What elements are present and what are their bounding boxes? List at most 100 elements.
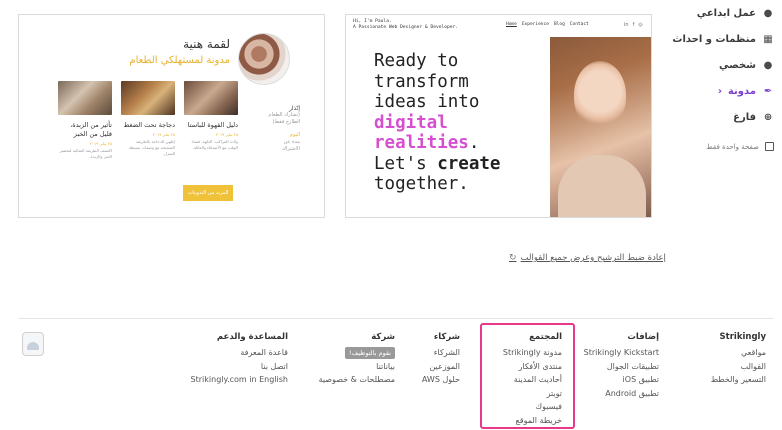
template-card-paula[interactable]: Hi, I'm Paula. A Passionate Web Designer… xyxy=(345,14,652,218)
linkedin-icon: in xyxy=(624,22,629,28)
post-excerpt: اكتشف الطريقة المثالية لتحضير الخبز والز… xyxy=(59,148,112,159)
refresh-icon: ↻ xyxy=(509,253,517,263)
blog-side-link: اليوم xyxy=(289,132,300,138)
community-highlight-box xyxy=(480,323,575,429)
footer-link-ios-app[interactable]: تطبيق iOS xyxy=(584,373,659,387)
blog-post: تأثير من الزبدة، قليل من الخبز ٢٥ يناير … xyxy=(58,81,112,160)
category-label: عمل ابداعي xyxy=(696,7,756,19)
category-label: فارغ xyxy=(733,111,756,123)
footer-link-templates[interactable]: القوالب xyxy=(711,360,766,374)
footer-heading: شركاء xyxy=(433,332,460,342)
blog-sidebar: إنّذار (تشارك الطعام الطازج فقط) اليوم م… xyxy=(260,105,301,153)
one-page-label: صفحة واحدة فقط xyxy=(706,142,759,151)
category-creative[interactable]: ● عمل ابداعي xyxy=(656,0,774,26)
headline-highlight: realities xyxy=(374,133,469,153)
footer-column-company: شركة نقوم بالتوظيف! بياناتنا مصطلحات & خ… xyxy=(319,332,395,387)
category-label: منظمات و احداث xyxy=(672,33,756,45)
post-excerpt: ولادة المراكب. النكهة. قضاء الوقت مع الأ… xyxy=(191,139,238,150)
quill-icon: ✒ xyxy=(763,85,773,97)
headline-line: ideas into xyxy=(374,92,480,112)
footer-link-about[interactable]: بياناتنا xyxy=(319,360,395,374)
category-label: مدونة xyxy=(727,85,756,97)
paula-headline: Ready to transform ideas into digital re… xyxy=(374,51,500,195)
paula-nav-experience: Experience xyxy=(521,22,549,27)
footer-column-help: المساعدة والدعم قاعدة المعرفة اتصل بنا S… xyxy=(191,332,288,387)
category-blog[interactable]: ✒ مدونة ‹ xyxy=(656,78,774,104)
headline-text: Let's xyxy=(374,153,438,174)
hiring-badge[interactable]: نقوم بالتوظيف! xyxy=(344,347,395,359)
template-card-blog[interactable]: لقمة هنية مدونة لمستهلكي الطعام إنّذار (… xyxy=(18,14,325,218)
headline-highlight: digital xyxy=(374,112,448,133)
headline-line: Let's create xyxy=(374,154,500,175)
post-title: تأثير من الزبدة، قليل من الخبز xyxy=(70,121,112,138)
blog-side-text: الطازج فقط) xyxy=(272,119,300,125)
paula-nav-contact: Contact xyxy=(569,22,589,27)
footer-heading: المساعدة والدعم xyxy=(216,332,288,342)
footer-column-strikingly: Strikingly مواقعي القوالب التسعير والخطط xyxy=(711,332,766,387)
footer-link-resellers[interactable]: الموزعين xyxy=(422,360,460,374)
more-posts-button: المزيد من التدوينات xyxy=(183,185,233,201)
reset-filter-link[interactable]: إعادة ضبط الترشيح وعرض جميع القوالب ↻ xyxy=(509,253,666,263)
template-category-sidebar: ● عمل ابداعي ▦ منظمات و احداث ● شخصي ✒ م… xyxy=(656,0,774,151)
blog-side-text: (تشارك الطعام xyxy=(268,112,301,118)
headline-line: Ready to xyxy=(374,51,459,71)
footer-link-my-sites[interactable]: مواقعي xyxy=(711,346,766,360)
headline-line: transform xyxy=(374,71,469,92)
category-organizations-events[interactable]: ▦ منظمات و احداث xyxy=(656,26,774,52)
footer-link-aws[interactable]: حلول AWS xyxy=(422,373,460,387)
paula-intro: Hi, I'm Paula. A Passionate Web Designer… xyxy=(353,19,458,31)
footer-link-knowledge-base[interactable]: قاعدة المعرفة xyxy=(191,346,288,360)
hiring-badge-row: نقوم بالتوظيف! xyxy=(319,346,395,360)
blog-post: دجاجة تحت الضغط ٢٥ يناير ٢٠١٩ إطهي الدجا… xyxy=(121,81,175,160)
post-date: ٢٥ يناير ٢٠١٩ xyxy=(89,141,112,146)
one-page-only-filter[interactable]: صفحة واحدة فقط xyxy=(656,142,774,151)
portrait-face xyxy=(574,61,626,129)
footer-link-android-app[interactable]: تطبيق Android xyxy=(584,387,659,401)
blog-side-heading: إنّذار xyxy=(288,105,300,112)
post-thumbnail xyxy=(184,81,238,115)
paula-nav: Home Experience Blog Contact xyxy=(506,22,589,27)
footer-link-partners[interactable]: الشركاء xyxy=(422,346,460,360)
post-date: ٢٥ يناير ٢٠١٩ xyxy=(215,132,238,137)
blog-side-text: مدة عن xyxy=(283,139,300,145)
blog-title: لقمة هنية xyxy=(183,37,230,51)
blog-post: دليل القهوة للباستا ٢٥ يناير ٢٠١٩ ولادة … xyxy=(184,81,238,160)
footer-link-pricing[interactable]: التسعير والخطط xyxy=(711,373,766,387)
post-excerpt: إطهي الدجاجة بالطريقة الصحيحة مع وصفات ب… xyxy=(128,139,175,156)
footer-link-kickstart[interactable]: Strikingly Kickstart xyxy=(584,346,659,360)
category-label: شخصي xyxy=(718,59,756,71)
post-date: ٢٥ يناير ٢٠١٩ xyxy=(152,132,175,137)
blog-post-list: دليل القهوة للباستا ٢٥ يناير ٢٠١٩ ولادة … xyxy=(58,81,238,160)
reset-filter-label: إعادة ضبط الترشيح وعرض جميع القوالب xyxy=(520,253,666,263)
paula-social-icons: in f ◎ xyxy=(624,22,643,28)
post-thumbnail xyxy=(58,81,112,115)
footer-link-contact[interactable]: اتصل بنا xyxy=(191,360,288,374)
blog-subtitle: مدونة لمستهلكي الطعام xyxy=(129,55,230,66)
paula-intro-line: A Passionate Web Designer & Developer. xyxy=(353,25,459,30)
paula-nav-home: Home xyxy=(506,22,517,27)
person-icon: ● xyxy=(763,59,773,71)
footer-column-addons: إضافات Strikingly Kickstart تطبيقات الجو… xyxy=(584,332,659,400)
footer-heading: شركة xyxy=(371,332,395,342)
instagram-icon: ◎ xyxy=(638,22,643,28)
portrait-shoulders xyxy=(558,155,646,217)
paula-nav-blog: Blog xyxy=(553,22,565,27)
footer-link-terms-privacy[interactable]: مصطلحات & خصوصية xyxy=(319,373,395,387)
footer-link-english[interactable]: Strikingly.com in English xyxy=(191,373,288,387)
plus-circle-icon: ⊕ xyxy=(763,111,773,123)
headline-bold: create xyxy=(437,153,501,174)
footer-divider xyxy=(18,318,774,319)
footer-heading: إضافات xyxy=(627,332,659,342)
chevron-left-icon: ‹ xyxy=(717,85,722,97)
footer-heading: Strikingly xyxy=(719,332,766,342)
post-thumbnail xyxy=(121,81,175,115)
strikingly-logo-icon[interactable] xyxy=(22,332,44,356)
headline-period: . xyxy=(468,133,480,153)
category-personal[interactable]: ● شخصي xyxy=(656,52,774,78)
footer-column-partners: شركاء الشركاء الموزعين حلول AWS xyxy=(422,332,460,387)
blog-side-text: الاشتراك xyxy=(281,146,300,152)
category-blank[interactable]: ⊕ فارغ xyxy=(656,104,774,130)
footer-link-mobile-apps[interactable]: تطبيقات الجوال xyxy=(584,360,659,374)
logo-dome xyxy=(27,342,39,350)
one-page-checkbox[interactable] xyxy=(765,142,774,151)
